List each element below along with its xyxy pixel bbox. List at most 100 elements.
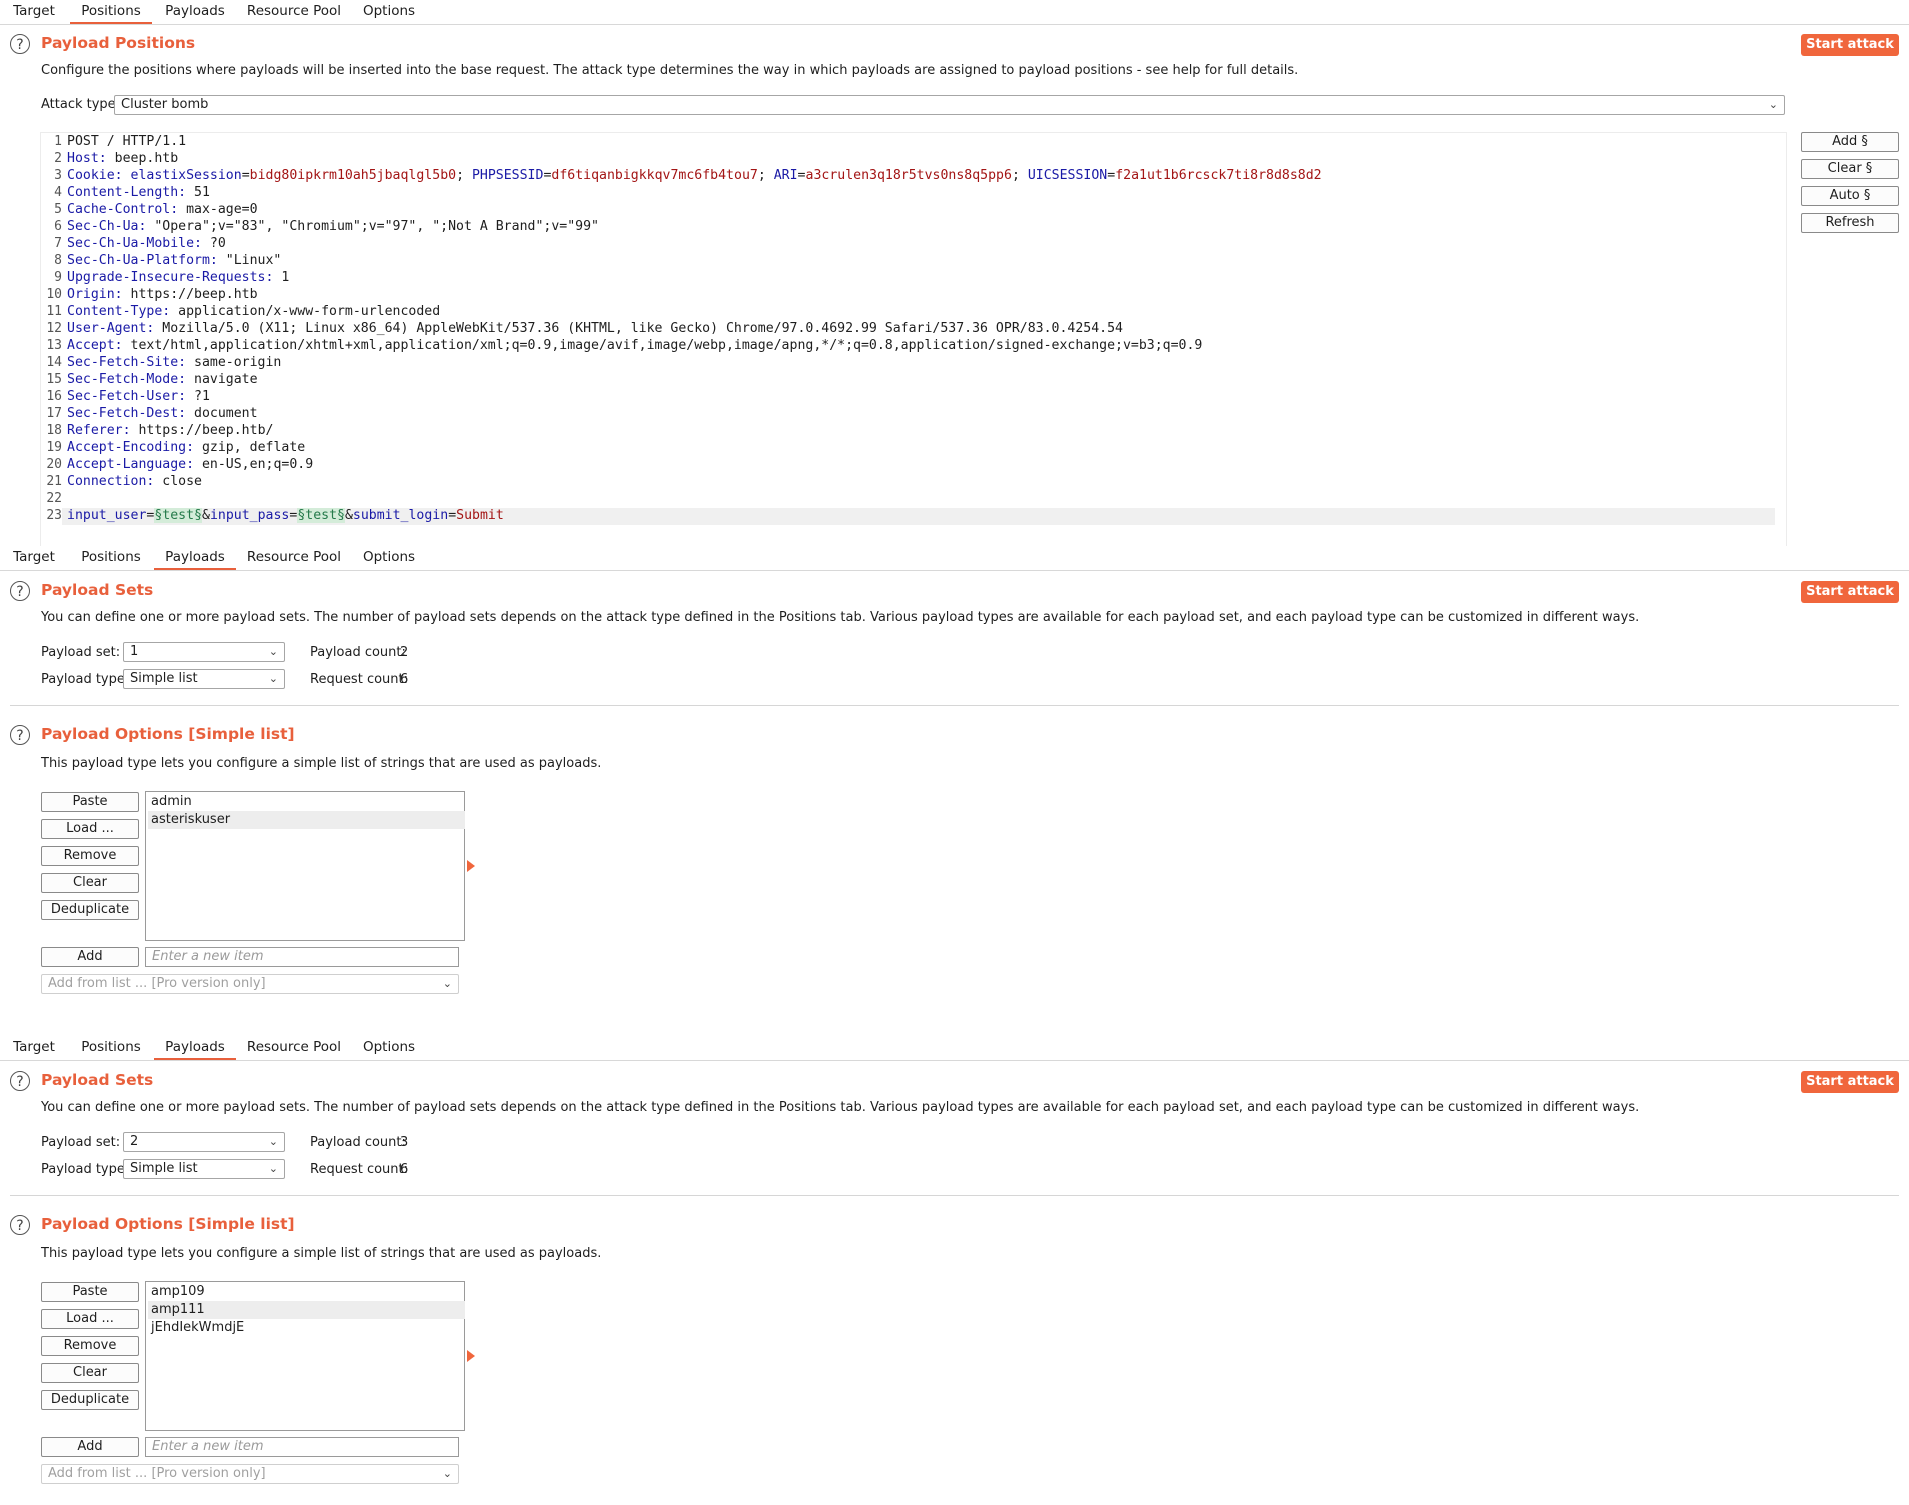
request-line[interactable]: Cookie: elastixSession=bidg80ipkrm10ah5j… [67, 168, 1322, 183]
request-line[interactable]: Sec-Ch-Ua-Mobile: ?0 [67, 236, 226, 251]
tab-positions[interactable]: Positions [70, 1036, 152, 1058]
request-line[interactable]: Content-Type: application/x-www-form-url… [67, 304, 440, 319]
payload-list[interactable]: admin asteriskuser [145, 791, 465, 941]
tab-options[interactable]: Options [360, 546, 418, 568]
list-item[interactable]: asteriskuser [148, 811, 465, 829]
payload-list[interactable]: amp109 amp111 jEhdIekWmdjE [145, 1281, 465, 1431]
chevron-down-icon: ⌄ [442, 977, 452, 990]
auto-marker-button[interactable]: Auto § [1801, 186, 1899, 206]
request-line[interactable]: POST / HTTP/1.1 [67, 134, 186, 149]
tab-bar-positions: Target Positions Payloads Resource Pool … [0, 0, 1909, 25]
line-number: 12 [46, 321, 62, 336]
payload-sets-title: Payload Sets [41, 581, 154, 599]
tab-payloads[interactable]: Payloads [154, 1036, 236, 1060]
tab-options[interactable]: Options [360, 1036, 418, 1058]
remove-button[interactable]: Remove [41, 1336, 139, 1356]
help-icon[interactable]: ? [10, 1215, 30, 1235]
tab-target[interactable]: Target [8, 546, 60, 568]
tab-resource-pool[interactable]: Resource Pool [246, 546, 342, 568]
tab-positions[interactable]: Positions [70, 0, 152, 24]
deduplicate-button[interactable]: Deduplicate [41, 1390, 139, 1410]
request-line[interactable]: Sec-Ch-Ua: "Opera";v="83", "Chromium";v=… [67, 219, 599, 234]
tab-resource-pool[interactable]: Resource Pool [246, 0, 342, 22]
tab-target[interactable]: Target [8, 0, 60, 22]
paste-button[interactable]: Paste [41, 1282, 139, 1302]
request-line[interactable]: Origin: https://beep.htb [67, 287, 258, 302]
request-line[interactable]: Accept: text/html,application/xhtml+xml,… [67, 338, 1202, 353]
help-icon[interactable]: ? [10, 725, 30, 745]
chevron-down-icon: ⌄ [268, 1162, 278, 1175]
payload-options-title: Payload Options [Simple list] [41, 1215, 295, 1233]
request-line[interactable]: Sec-Fetch-User: ?1 [67, 389, 210, 404]
payload-count-label: Payload count: [310, 645, 406, 660]
payload-type-value: Simple list [130, 671, 198, 686]
line-number: 19 [46, 440, 62, 455]
request-line[interactable]: input_user=§test§&input_pass=§test§&subm… [67, 508, 504, 523]
list-item[interactable]: jEhdIekWmdjE [148, 1319, 465, 1337]
clear-button[interactable]: Clear [41, 1363, 139, 1383]
request-line[interactable]: Content-Length: 51 [67, 185, 210, 200]
request-line[interactable]: Sec-Fetch-Site: same-origin [67, 355, 281, 370]
request-line[interactable]: Upgrade-Insecure-Requests: 1 [67, 270, 289, 285]
start-attack-button[interactable]: Start attack [1801, 34, 1899, 56]
tab-positions[interactable]: Positions [70, 546, 152, 568]
tab-target[interactable]: Target [8, 1036, 60, 1058]
divider [10, 705, 1899, 706]
line-number: 18 [46, 423, 62, 438]
request-line[interactable]: Cache-Control: max-age=0 [67, 202, 258, 217]
new-item-input[interactable]: Enter a new item [145, 1437, 459, 1457]
request-line[interactable]: Sec-Fetch-Mode: navigate [67, 372, 258, 387]
tab-options[interactable]: Options [360, 0, 418, 22]
line-number: 1 [54, 134, 62, 149]
request-line[interactable]: Referer: https://beep.htb/ [67, 423, 273, 438]
add-item-button[interactable]: Add [41, 1437, 139, 1457]
list-item[interactable]: admin [148, 793, 465, 811]
clear-button[interactable]: Clear [41, 873, 139, 893]
request-line[interactable]: User-Agent: Mozilla/5.0 (X11; Linux x86_… [67, 321, 1123, 336]
add-from-list-value: Add from list ... [Pro version only] [48, 1466, 266, 1481]
request-line[interactable]: Accept-Encoding: gzip, deflate [67, 440, 305, 455]
request-line[interactable]: Sec-Ch-Ua-Platform: "Linux" [67, 253, 281, 268]
expand-arrow-icon[interactable] [467, 860, 475, 872]
payload-type-select[interactable]: Simple list ⌄ [123, 669, 285, 689]
refresh-button[interactable]: Refresh [1801, 213, 1899, 233]
payload-options-description: This payload type lets you configure a s… [41, 1246, 602, 1261]
chevron-down-icon: ⌄ [268, 1135, 278, 1148]
deduplicate-button[interactable]: Deduplicate [41, 900, 139, 920]
load-button[interactable]: Load ... [41, 819, 139, 839]
paste-button[interactable]: Paste [41, 792, 139, 812]
request-line[interactable]: Host: beep.htb [67, 151, 178, 166]
help-icon[interactable]: ? [10, 34, 30, 54]
load-button[interactable]: Load ... [41, 1309, 139, 1329]
request-line[interactable]: Accept-Language: en-US,en;q=0.9 [67, 457, 313, 472]
list-item[interactable]: amp111 [148, 1301, 465, 1319]
help-icon[interactable]: ? [10, 1071, 30, 1091]
tab-resource-pool[interactable]: Resource Pool [246, 1036, 342, 1058]
start-attack-button[interactable]: Start attack [1801, 581, 1899, 603]
start-attack-button[interactable]: Start attack [1801, 1071, 1899, 1093]
payload-set-select[interactable]: 1 ⌄ [123, 642, 285, 662]
line-number: 6 [54, 219, 62, 234]
list-item[interactable]: amp109 [148, 1283, 465, 1301]
tab-payloads[interactable]: Payloads [162, 0, 228, 22]
payload-type-select[interactable]: Simple list ⌄ [123, 1159, 285, 1179]
attack-type-select[interactable]: Cluster bomb ⌄ [114, 95, 1785, 115]
line-number: 22 [46, 491, 62, 506]
request-line[interactable]: Connection: close [67, 474, 202, 489]
payload-sets-description: You can define one or more payload sets.… [41, 1100, 1640, 1115]
request-count-value: 6 [400, 672, 409, 687]
tab-payloads[interactable]: Payloads [154, 546, 236, 570]
request-line[interactable]: Sec-Fetch-Dest: document [67, 406, 258, 421]
new-item-input[interactable]: Enter a new item [145, 947, 459, 967]
add-from-list-select: Add from list ... [Pro version only] ⌄ [41, 974, 459, 994]
attack-type-label: Attack type: [41, 97, 121, 112]
section-title: Payload Positions [41, 34, 196, 52]
remove-button[interactable]: Remove [41, 846, 139, 866]
help-icon[interactable]: ? [10, 581, 30, 601]
add-item-button[interactable]: Add [41, 947, 139, 967]
add-from-list-select: Add from list ... [Pro version only] ⌄ [41, 1464, 459, 1484]
clear-marker-button[interactable]: Clear § [1801, 159, 1899, 179]
payload-set-select[interactable]: 2 ⌄ [123, 1132, 285, 1152]
expand-arrow-icon[interactable] [467, 1350, 475, 1362]
add-marker-button[interactable]: Add § [1801, 132, 1899, 152]
